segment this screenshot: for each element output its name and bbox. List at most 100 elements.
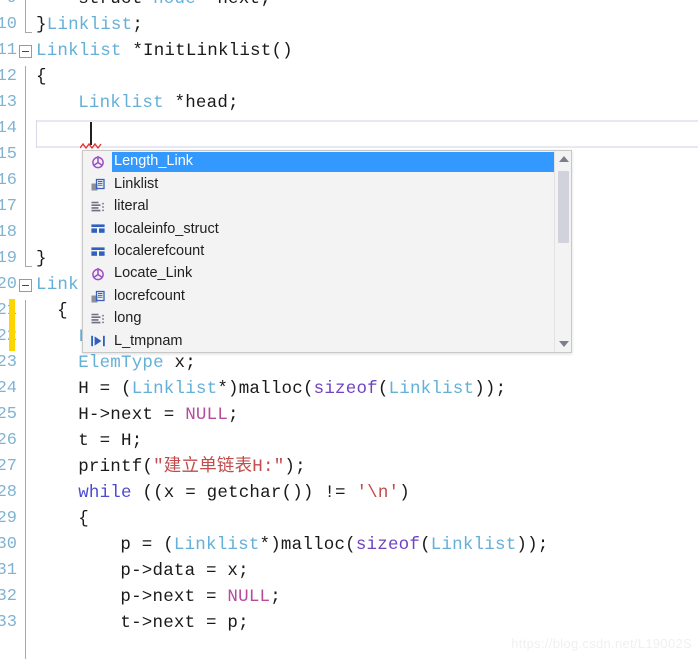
- scope-guide-line: [25, 66, 26, 266]
- code-line[interactable]: }Linklist;: [36, 12, 143, 38]
- code-token-plain: {: [57, 301, 68, 321]
- code-line[interactable]: Linklist *head;: [78, 90, 239, 116]
- line-number: 30: [0, 535, 17, 554]
- scope-guide-line: [25, 0, 26, 32]
- autocomplete-item-label: localeinfo_struct: [114, 220, 219, 237]
- code-token-plain: ;: [270, 587, 281, 607]
- line-number: 19: [0, 249, 17, 268]
- code-token-plain: H = (: [78, 379, 132, 399]
- autocomplete-item[interactable]: Locate_Link: [83, 263, 554, 285]
- code-line[interactable]: {: [36, 64, 47, 90]
- code-line[interactable]: p->data = x;: [120, 558, 248, 584]
- autocomplete-item-label: Linklist: [114, 175, 159, 192]
- code-token-plain: p->data = x;: [120, 561, 249, 581]
- scroll-up-arrow-icon[interactable]: [555, 151, 572, 167]
- line-number: 27: [0, 457, 17, 476]
- code-line[interactable]: ElemType x;: [78, 350, 196, 376]
- line-number: 23: [0, 353, 17, 372]
- code-line[interactable]: Link: [36, 272, 79, 298]
- method-icon: [89, 153, 107, 171]
- code-token-macro: sizeof: [355, 535, 421, 555]
- line-number: 9: [0, 0, 17, 12]
- code-line[interactable]: H = (Linklist*)malloc(sizeof(Linklist));: [78, 376, 506, 402]
- code-line[interactable]: p->next = NULL;: [120, 584, 281, 610]
- code-token-str: "建立单链表H:": [153, 457, 285, 477]
- code-token-plain: *InitLinklist(): [121, 41, 293, 61]
- enum-icon: [89, 310, 107, 328]
- code-line[interactable]: }: [36, 246, 47, 272]
- code-token-plain: *)malloc(: [217, 379, 314, 399]
- line-number: 17: [0, 197, 17, 216]
- module-icon: [89, 288, 107, 306]
- autocomplete-item[interactable]: Length_Link: [83, 151, 554, 173]
- code-token-kw: while: [78, 483, 132, 503]
- module-icon: [89, 176, 107, 194]
- code-line[interactable]: printf("建立单链表H:");: [78, 454, 306, 480]
- line-number: 13: [0, 93, 17, 112]
- fold-column[interactable]: [18, 0, 36, 659]
- line-number: 33: [0, 613, 17, 632]
- code-token-plain: (: [420, 535, 431, 555]
- code-token-macro: sizeof: [313, 379, 378, 399]
- code-line[interactable]: t = H;: [78, 428, 142, 454]
- scope-guide-foot: [25, 32, 32, 33]
- code-token-plain: }: [36, 249, 47, 269]
- code-token-plain: ;: [132, 15, 144, 35]
- code-token-type: Linklist: [430, 535, 517, 555]
- autocomplete-item[interactable]: long: [83, 308, 554, 330]
- scope-guide-line: [25, 300, 26, 659]
- line-number-gutter: 9101112131415161718192021222324252627282…: [0, 0, 18, 659]
- scroll-down-arrow-icon[interactable]: [555, 336, 572, 352]
- autocomplete-item[interactable]: locrefcount: [83, 285, 554, 307]
- code-token-plain: struct: [78, 0, 153, 9]
- code-line[interactable]: {: [78, 506, 89, 532]
- code-line[interactable]: t->next = p;: [120, 610, 248, 636]
- line-number: 28: [0, 483, 17, 502]
- code-token-plain: {: [36, 67, 47, 87]
- autocomplete-scrollbar[interactable]: [554, 151, 571, 352]
- text-caret: [90, 122, 92, 145]
- code-token-plain: printf(: [78, 457, 154, 477]
- code-token-type: Link: [36, 275, 79, 295]
- struct-icon: [89, 220, 107, 238]
- code-token-type: node: [153, 0, 196, 9]
- code-fold-toggle[interactable]: [19, 279, 32, 292]
- code-line[interactable]: H->next = NULL;: [78, 402, 239, 428]
- code-token-plain: {: [78, 509, 89, 529]
- autocomplete-popup[interactable]: Length_Link Linklist literal localeinfo_str…: [82, 150, 572, 353]
- line-number: 18: [0, 223, 17, 242]
- line-number: 16: [0, 171, 17, 190]
- line-number: 32: [0, 587, 17, 606]
- watermark-text: https://blog.csdn.net/L19002S: [511, 636, 692, 651]
- code-line[interactable]: {: [57, 298, 68, 324]
- line-number: 26: [0, 431, 17, 450]
- autocomplete-item[interactable]: localeinfo_struct: [83, 218, 554, 240]
- autocomplete-item[interactable]: Linklist: [83, 173, 554, 195]
- code-token-plain: H->next =: [78, 405, 186, 425]
- code-token-type: Linklist: [78, 93, 164, 113]
- macro-icon: [89, 332, 107, 350]
- autocomplete-item-label: Locate_Link: [114, 265, 193, 282]
- code-editor-window: 9101112131415161718192021222324252627282…: [0, 0, 698, 659]
- unsaved-change-bar: [9, 325, 15, 351]
- autocomplete-list[interactable]: Length_Link Linklist literal localeinfo_str…: [83, 151, 554, 352]
- code-token-plain: ));: [516, 535, 549, 555]
- code-fold-toggle[interactable]: [19, 45, 32, 58]
- code-line[interactable]: Linklist *InitLinklist(): [36, 38, 293, 64]
- code-line[interactable]: p = (Linklist*)malloc(sizeof(Linklist));: [120, 532, 548, 558]
- autocomplete-item[interactable]: localerefcount: [83, 241, 554, 263]
- autocomplete-item[interactable]: literal: [83, 196, 554, 218]
- code-token-plain: ): [399, 483, 410, 503]
- code-token-type: ElemType: [78, 353, 164, 373]
- code-token-plain: ));: [474, 379, 507, 399]
- autocomplete-item-label: Length_Link: [112, 152, 554, 172]
- code-line[interactable]: struct node *next;: [78, 0, 271, 12]
- code-token-plain: t = H;: [78, 431, 143, 451]
- code-token-plain: p->next =: [120, 587, 228, 607]
- autocomplete-item[interactable]: L_tmpnam: [83, 330, 554, 352]
- scope-guide-foot: [25, 266, 32, 267]
- code-line[interactable]: while ((x = getchar()) != '\n'): [78, 480, 410, 506]
- code-token-plain: );: [284, 457, 306, 477]
- scrollbar-thumb[interactable]: [558, 171, 569, 243]
- code-editor-surface[interactable]: 9101112131415161718192021222324252627282…: [0, 0, 698, 659]
